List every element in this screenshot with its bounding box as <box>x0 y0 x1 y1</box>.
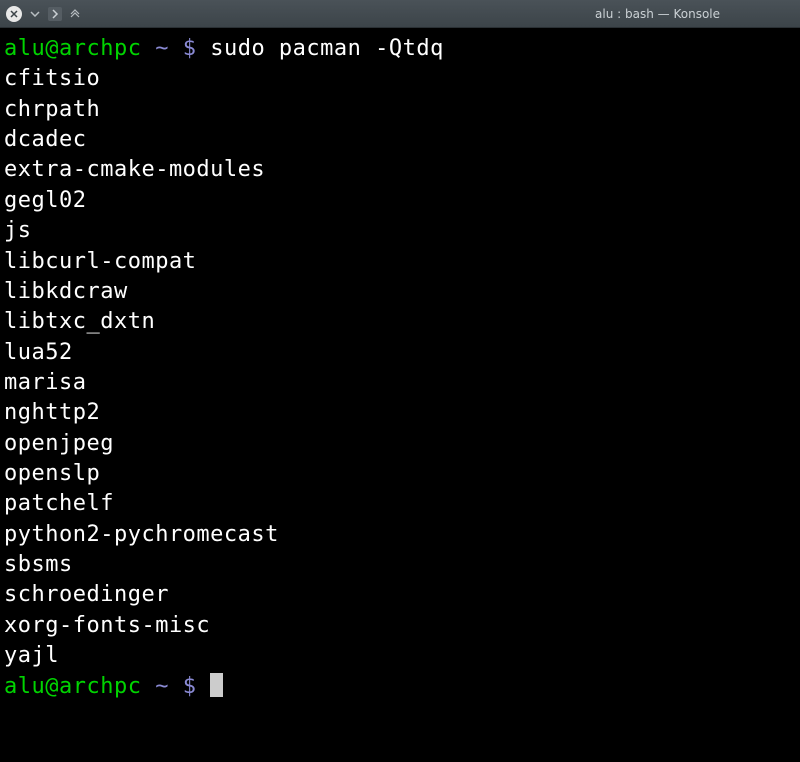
window-titlebar: alu : bash — Konsole <box>0 0 800 28</box>
output-line: js <box>4 216 796 246</box>
output-line: dcadec <box>4 125 796 155</box>
prompt-user-host: alu@archpc <box>4 36 141 61</box>
prompt-symbol: $ <box>183 36 197 61</box>
terminal-content[interactable]: alu@archpc ~ $ sudo pacman -Qtdq cfitsio… <box>0 28 800 762</box>
output-line: patchelf <box>4 489 796 519</box>
output-line: openjpeg <box>4 429 796 459</box>
output-line: gegl02 <box>4 186 796 216</box>
prompt-path: ~ <box>155 674 169 699</box>
command-output: cfitsiochrpathdcadecextra-cmake-modulesg… <box>4 64 796 671</box>
output-line: sbsms <box>4 550 796 580</box>
window-title: alu : bash — Konsole <box>595 7 720 21</box>
titlebar-controls <box>6 6 82 22</box>
prompt-line: alu@archpc ~ $ sudo pacman -Qtdq <box>4 34 796 64</box>
prompt-path: ~ <box>155 36 169 61</box>
prompt-line-2: alu@archpc ~ $ <box>4 672 796 702</box>
output-line: libkdcraw <box>4 277 796 307</box>
output-line: lua52 <box>4 338 796 368</box>
command-text: sudo pacman -Qtdq <box>210 36 444 61</box>
output-line: marisa <box>4 368 796 398</box>
output-line: nghttp2 <box>4 398 796 428</box>
output-line: python2-pychromecast <box>4 520 796 550</box>
output-line: extra-cmake-modules <box>4 155 796 185</box>
dropdown-icon[interactable] <box>28 7 42 21</box>
prompt-user-host: alu@archpc <box>4 674 141 699</box>
close-button[interactable] <box>6 6 22 22</box>
output-line: libcurl-compat <box>4 247 796 277</box>
output-line: openslp <box>4 459 796 489</box>
output-line: xorg-fonts-misc <box>4 611 796 641</box>
output-line: cfitsio <box>4 64 796 94</box>
output-line: yajl <box>4 641 796 671</box>
prompt-symbol: $ <box>183 674 197 699</box>
output-line: chrpath <box>4 95 796 125</box>
forward-icon[interactable] <box>48 7 62 21</box>
output-line: schroedinger <box>4 580 796 610</box>
output-line: libtxc_dxtn <box>4 307 796 337</box>
terminal-cursor <box>210 673 223 697</box>
collapse-up-icon[interactable] <box>68 7 82 21</box>
close-icon <box>10 10 18 18</box>
